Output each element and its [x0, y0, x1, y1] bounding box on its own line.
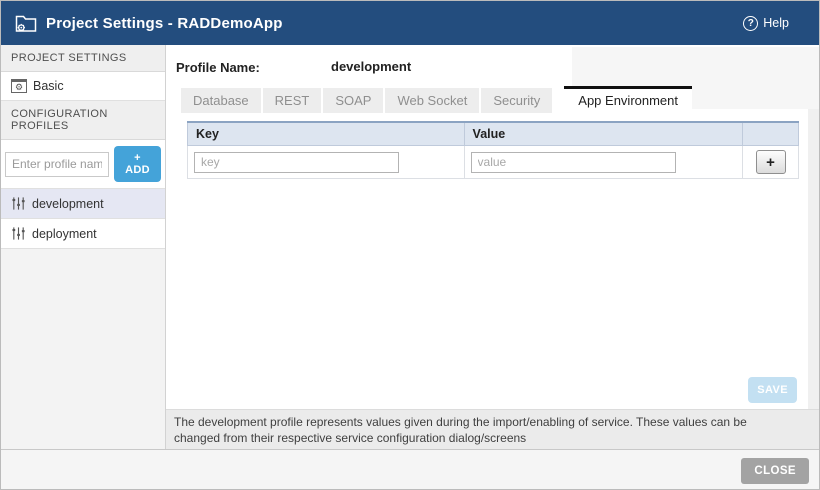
app-environment-table: Key Value + — [187, 121, 799, 179]
sidebar-item-basic[interactable]: ⚙ Basic — [1, 72, 165, 101]
add-profile-row: + ADD — [1, 140, 165, 189]
add-profile-button[interactable]: + ADD — [114, 146, 161, 182]
dialog-title: Project Settings - RADDemoApp — [46, 15, 283, 32]
table-header-row: Key Value — [188, 122, 799, 146]
tab-app-environment[interactable]: App Environment — [564, 86, 692, 113]
scroll-track[interactable] — [808, 109, 819, 409]
table-row: + — [188, 146, 799, 179]
help-label: Help — [763, 16, 789, 30]
sidebar-profile-development[interactable]: development — [1, 189, 165, 219]
basic-settings-icon: ⚙ — [11, 79, 27, 93]
dialog-body: PROJECT SETTINGS ⚙ Basic CONFIGURATION P… — [1, 45, 819, 449]
profile-name-value: development — [331, 59, 411, 74]
titlebar: Project Settings - RADDemoApp ? Help — [1, 1, 819, 45]
key-input[interactable] — [194, 152, 399, 173]
help-icon: ? — [743, 16, 758, 31]
profile-name-row: Profile Name: development — [176, 59, 260, 79]
profile-item-label: development — [32, 197, 104, 211]
sidebar-section-project-settings: PROJECT SETTINGS — [1, 45, 165, 72]
tab-soap[interactable]: SOAP — [323, 88, 383, 113]
key-column-header: Key — [188, 122, 465, 146]
sidebar-item-label: Basic — [33, 79, 64, 93]
project-settings-icon — [15, 14, 37, 33]
action-column-header — [743, 122, 799, 146]
help-button[interactable]: ? Help — [743, 1, 789, 45]
close-button[interactable]: CLOSE — [741, 458, 809, 484]
tab-web-socket[interactable]: Web Socket — [385, 88, 479, 113]
dialog-footer: CLOSE — [1, 449, 819, 490]
sidebar-section-configuration-profiles: CONFIGURATION PROFILES — [1, 101, 165, 140]
tab-security[interactable]: Security — [481, 88, 552, 113]
value-column-header: Value — [464, 122, 743, 146]
sidebar-profile-deployment[interactable]: deployment — [1, 219, 165, 249]
sliders-icon — [11, 196, 26, 211]
main-panel: Profile Name: development Database REST … — [166, 45, 819, 449]
tab-database[interactable]: Database — [181, 88, 261, 113]
profile-name-input[interactable] — [5, 152, 109, 177]
profile-name-label: Profile Name: — [176, 60, 260, 75]
save-button[interactable]: SAVE — [748, 377, 797, 403]
value-input[interactable] — [471, 152, 676, 173]
sliders-icon — [11, 226, 26, 241]
profile-item-label: deployment — [32, 227, 97, 241]
profile-note: The development profile represents value… — [166, 409, 819, 449]
add-row-button[interactable]: + — [756, 150, 786, 174]
sidebar: PROJECT SETTINGS ⚙ Basic CONFIGURATION P… — [1, 45, 166, 449]
tab-rest[interactable]: REST — [263, 88, 322, 113]
sidebar-filler — [1, 249, 165, 449]
settings-tabs: Database REST SOAP Web Socket Security A… — [181, 86, 692, 113]
project-settings-dialog: Project Settings - RADDemoApp ? Help PRO… — [0, 0, 820, 490]
